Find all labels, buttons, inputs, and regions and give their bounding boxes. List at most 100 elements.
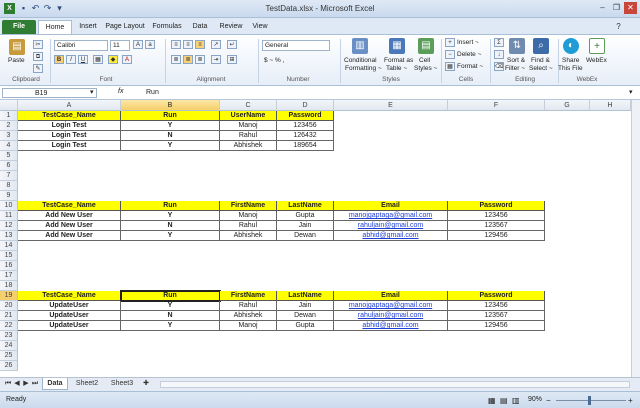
orientation-icon[interactable]: ↗ [211, 40, 221, 49]
header-cell[interactable]: FirstName [220, 291, 277, 301]
table-cell[interactable]: Gupta [277, 211, 334, 221]
column-header[interactable]: H [590, 100, 631, 111]
conditional-formatting-button-line2[interactable]: Formatting ~ [345, 65, 382, 72]
find-select-icon[interactable]: ⌕ [533, 38, 549, 54]
align-bottom-icon[interactable]: ≡ [195, 40, 205, 49]
number-format-buttons[interactable]: $ ~ % , [264, 57, 284, 64]
name-box[interactable]: B19 [2, 88, 97, 98]
row-header[interactable]: 3 [0, 131, 18, 141]
row-header[interactable]: 1 [0, 111, 18, 121]
indent-icon[interactable]: ⇥ [211, 55, 221, 64]
share-file-button-line2[interactable]: This File [558, 65, 583, 72]
format-as-table-button[interactable]: Format as [384, 57, 413, 64]
column-header[interactable]: G [545, 100, 590, 111]
insert-sheet-icon[interactable]: ✚ [141, 378, 151, 390]
fill-icon[interactable]: ↓ [494, 50, 504, 59]
table-cell[interactable]: Jain [277, 301, 334, 311]
bold-icon[interactable]: B [54, 55, 64, 64]
next-sheet-icon[interactable]: ▶ [22, 378, 30, 390]
first-sheet-icon[interactable]: ⏮ [4, 378, 12, 390]
row-header[interactable]: 8 [0, 181, 18, 191]
table-cell[interactable]: Login Test [18, 121, 121, 131]
insert-function-icon[interactable]: fx [118, 88, 123, 95]
header-cell[interactable]: LastName [277, 291, 334, 301]
row-header[interactable]: 15 [0, 251, 18, 261]
delete-cells-button[interactable]: Delete ~ [457, 51, 481, 58]
cell-styles-icon[interactable]: ▤ [418, 38, 434, 54]
sort-filter-button[interactable]: Sort & [507, 57, 525, 64]
table-cell[interactable]: Dewan [277, 231, 334, 241]
tab-data[interactable]: Data [188, 20, 212, 34]
font-name-select[interactable]: Calibri [54, 40, 108, 51]
align-middle-icon[interactable]: ≡ [183, 40, 193, 49]
header-cell[interactable]: FirstName [220, 201, 277, 211]
last-sheet-icon[interactable]: ⏭ [31, 378, 39, 390]
cut-icon[interactable]: ✂ [33, 40, 43, 49]
table-cell[interactable]: abhid@gmail.com [334, 321, 448, 331]
worksheet-grid[interactable]: ABCDEFGH 1 2 3 4 5 6 7 8 9 10 11 12 13 14 15 16 17 18 19 20… [0, 100, 631, 377]
table-cell[interactable]: Jain [277, 221, 334, 231]
table-cell[interactable]: Manoj [220, 121, 277, 131]
paste-button[interactable]: Paste [8, 57, 25, 64]
align-right-icon[interactable]: ≣ [195, 55, 205, 64]
row-header[interactable]: 16 [0, 261, 18, 271]
column-header[interactable]: C [220, 100, 277, 111]
tab-view[interactable]: View [248, 20, 272, 34]
table-cell[interactable]: Abhishek [220, 231, 277, 241]
row-header[interactable]: 20 [0, 301, 18, 311]
header-cell[interactable]: Password [448, 291, 545, 301]
row-header[interactable]: 9 [0, 191, 18, 201]
header-cell[interactable]: TestCase_Name [18, 111, 121, 121]
zoom-level[interactable]: 90% [528, 396, 542, 403]
table-cell[interactable]: 189654 [277, 141, 334, 151]
table-cell[interactable]: Gupta [277, 321, 334, 331]
row-header[interactable]: 10 [0, 201, 18, 211]
paste-icon[interactable]: ▤ [9, 39, 25, 55]
table-cell[interactable]: 126432 [277, 131, 334, 141]
zoom-in-icon[interactable]: + [628, 396, 633, 405]
row-header[interactable]: 14 [0, 241, 18, 251]
column-header[interactable]: D [277, 100, 334, 111]
autosum-icon[interactable]: Σ [494, 38, 504, 47]
table-cell[interactable]: Manoj [220, 211, 277, 221]
table-cell[interactable]: manojgaptaga@gmail.com [334, 211, 448, 221]
wrap-text-icon[interactable]: ↵ [227, 40, 237, 49]
delete-cells-icon[interactable]: − [445, 50, 455, 59]
shrink-font-icon[interactable]: a [145, 40, 155, 49]
tab-file[interactable]: File [2, 20, 36, 34]
table-cell[interactable]: Y [121, 121, 220, 131]
row-header[interactable]: 6 [0, 161, 18, 171]
close-icon[interactable]: ✕ [624, 2, 637, 14]
zoom-slider-thumb[interactable] [588, 396, 591, 405]
column-header[interactable]: F [448, 100, 545, 111]
format-cells-icon[interactable]: ▦ [445, 62, 455, 71]
table-cell[interactable]: Y [121, 301, 220, 311]
name-box-dropdown-icon[interactable]: ▾ [90, 88, 94, 96]
zoom-out-icon[interactable]: − [546, 396, 551, 405]
table-cell[interactable]: Rahul [220, 131, 277, 141]
table-cell[interactable]: Abhishek [220, 141, 277, 151]
merge-center-icon[interactable]: ⊞ [227, 55, 237, 64]
table-cell[interactable]: Rahul [220, 301, 277, 311]
header-cell[interactable]: UserName [220, 111, 277, 121]
table-cell[interactable]: 123456 [448, 301, 545, 311]
table-cell[interactable]: Add New User [18, 231, 121, 241]
clear-icon[interactable]: ⌫ [494, 62, 504, 71]
table-cell[interactable]: N [121, 131, 220, 141]
tab-home[interactable]: Home [38, 20, 72, 34]
help-icon[interactable]: ? [612, 21, 625, 33]
table-cell[interactable]: rahuljain@gmail.com [334, 311, 448, 321]
copy-icon[interactable]: ⧉ [33, 52, 43, 61]
row-header[interactable]: 12 [0, 221, 18, 231]
find-select-button[interactable]: Find & [531, 57, 550, 64]
row-header[interactable]: 26 [0, 361, 18, 371]
format-cells-button[interactable]: Format ~ [457, 63, 483, 70]
row-header[interactable]: 25 [0, 351, 18, 361]
conditional-formatting-button[interactable]: Conditional [344, 57, 377, 64]
sort-filter-icon[interactable]: ⇅ [509, 38, 525, 54]
sheet-tab-data[interactable]: Data [42, 378, 68, 390]
cell-styles-button-line2[interactable]: Styles ~ [414, 65, 437, 72]
borders-icon[interactable]: ▦ [93, 55, 103, 64]
table-cell[interactable]: Y [121, 321, 220, 331]
header-cell[interactable]: Email [334, 201, 448, 211]
